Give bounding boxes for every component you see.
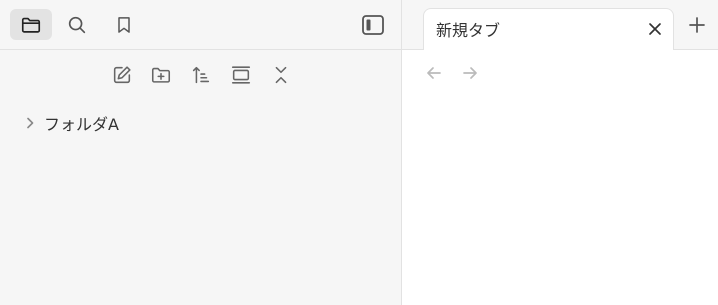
sidebar-toggle-icon (361, 14, 385, 36)
sort-icon (190, 64, 212, 86)
tab-new-tab[interactable]: 新規タブ (423, 8, 674, 50)
new-folder-icon (150, 64, 172, 86)
tab-title: 新規タブ (436, 21, 501, 40)
new-note-icon (111, 64, 133, 86)
search-icon (66, 14, 88, 36)
sort-button[interactable] (188, 62, 214, 88)
sidebar-ribbon (0, 0, 401, 50)
back-button[interactable] (424, 63, 444, 83)
search-button[interactable] (56, 9, 98, 40)
new-note-button[interactable] (109, 62, 135, 88)
tab-bar: 新規タブ (402, 0, 718, 50)
left-sidebar: フォルダA (0, 0, 402, 305)
bookmark-icon (114, 14, 134, 36)
folder-icon (20, 14, 42, 36)
bookmarks-button[interactable] (103, 9, 145, 40)
tree-item-label: フォルダA (44, 115, 119, 134)
file-explorer-button[interactable] (10, 9, 52, 40)
explorer-toolbar (0, 58, 401, 92)
arrow-right-icon (461, 64, 479, 82)
collapse-all-icon (270, 64, 292, 86)
chevron-right-icon[interactable] (20, 110, 40, 136)
collapse-button[interactable] (228, 62, 254, 88)
new-tab-button[interactable] (686, 14, 708, 36)
collapse-all-button[interactable] (268, 62, 294, 88)
close-icon[interactable] (645, 19, 665, 39)
sidebar-toggle-button[interactable] (352, 9, 394, 40)
forward-button[interactable] (460, 63, 480, 83)
arrow-left-icon (425, 64, 443, 82)
collapse-icon (230, 64, 252, 86)
plus-icon (688, 16, 706, 34)
new-folder-button[interactable] (148, 62, 174, 88)
tree-item-folder[interactable]: フォルダA (20, 110, 380, 136)
